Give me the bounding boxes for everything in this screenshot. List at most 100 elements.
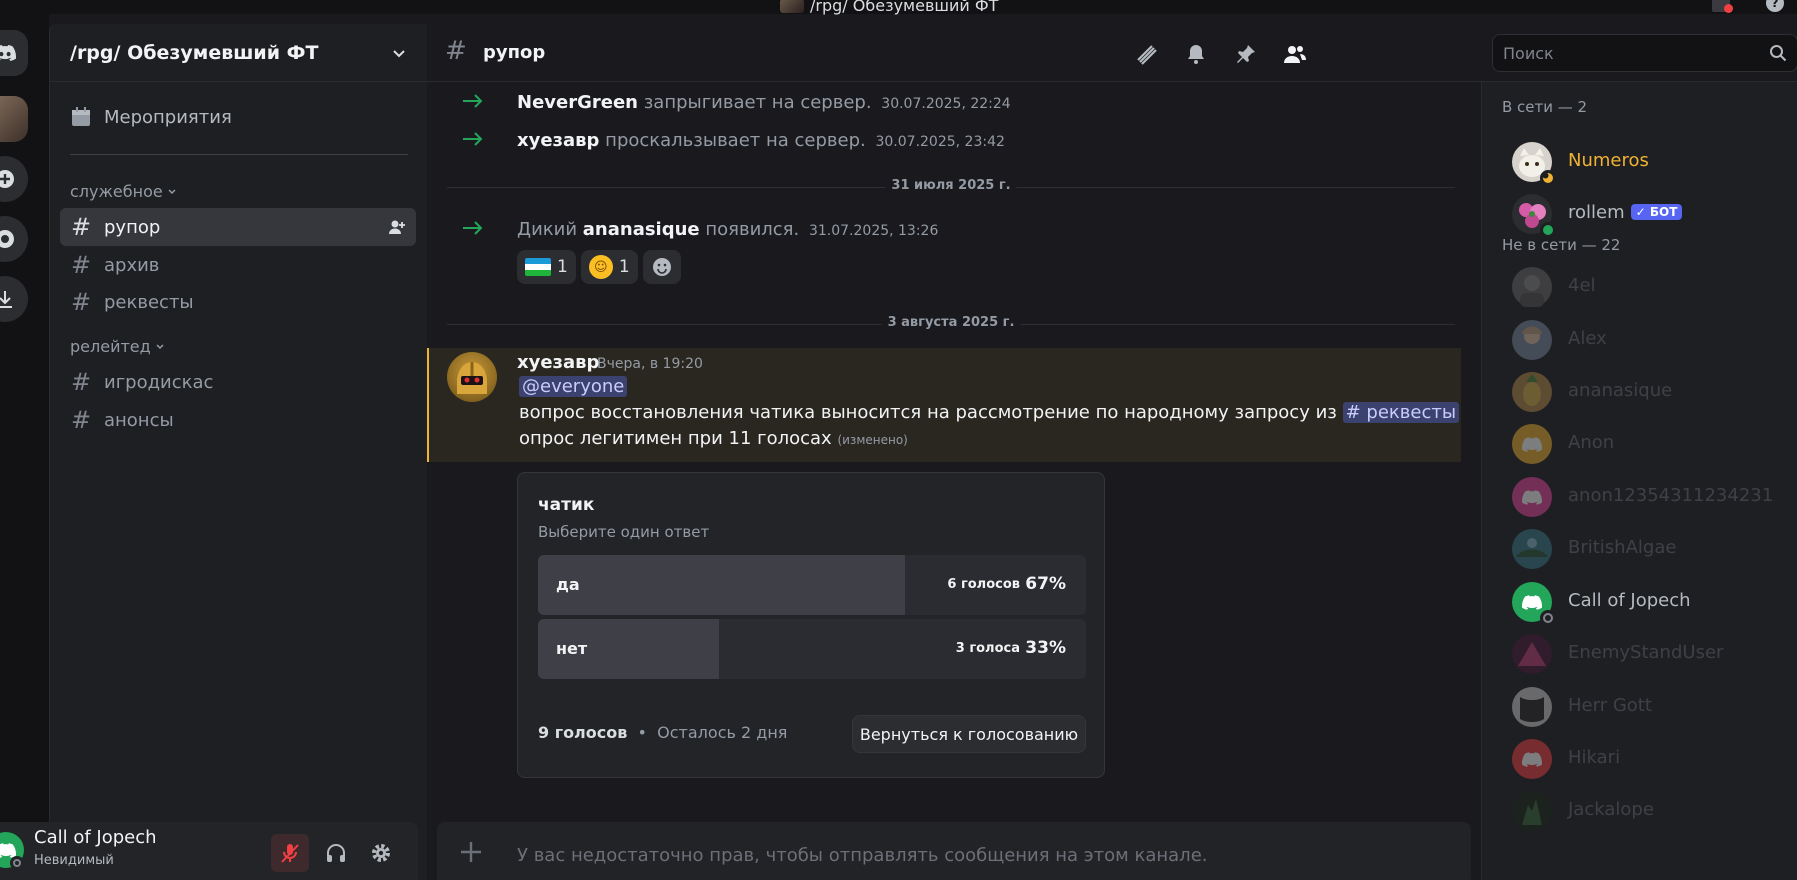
discord-default-avatar-icon [1512, 739, 1552, 779]
user-name[interactable]: Call of Jopech [34, 827, 157, 848]
user-settings-button[interactable] [362, 834, 400, 872]
member-item[interactable]: anon12354311234231 [1512, 475, 1792, 519]
channel-title: рупор [483, 42, 546, 63]
member-group-offline: Не в сети — 22 [1502, 236, 1621, 254]
member-name: Anon [1568, 432, 1615, 453]
calendar-icon [72, 107, 90, 126]
channel-item-archive[interactable]: # архив [60, 246, 416, 284]
window-title: /rpg/ Обезумевший ФТ [780, 0, 998, 15]
message-list: NeverGreen запрыгивает на сервер. 30.07.… [427, 82, 1481, 812]
discover-icon[interactable] [0, 216, 28, 262]
user-status: Невидимый [34, 853, 114, 868]
poll-answer-label: да [556, 575, 580, 594]
reaction-bar: 1 ☺ 1 [517, 250, 681, 284]
poll-answer[interactable]: нет 3 голоса 33% [538, 619, 1086, 679]
poll-answer-percent: 67% [1025, 574, 1066, 594]
bot-badge-label: БОТ [1649, 205, 1678, 219]
category-service[interactable]: служебное [70, 182, 177, 201]
channel-sidebar: /rpg/ Обезумевший ФТ Мероприятия служебн… [49, 24, 427, 880]
everyone-mention[interactable]: @everyone [519, 376, 628, 397]
mute-mic-button[interactable] [271, 834, 309, 872]
deafen-button[interactable] [317, 834, 355, 872]
avatar [1512, 372, 1552, 412]
channel-item-gamediscuss[interactable]: # игродискас [60, 363, 416, 401]
category-label: релейтед [70, 337, 151, 356]
headphones-icon [327, 844, 345, 862]
join-user[interactable]: NeverGreen [517, 92, 638, 113]
channel-label: игродискас [104, 371, 214, 393]
back-to-vote-button[interactable]: Вернуться к голосованию [852, 715, 1086, 753]
member-item[interactable]: rollem ✓ БОТ [1512, 192, 1792, 238]
member-item[interactable]: Herr Gott [1512, 685, 1792, 729]
date-label: 3 августа 2025 г. [881, 315, 1021, 330]
search-icon[interactable] [1769, 44, 1787, 66]
timestamp: Вчера, в 19:20 [597, 356, 703, 372]
poll-hint: Выберите один ответ [538, 523, 710, 541]
join-user[interactable]: ananasique [583, 219, 700, 240]
message-text: вопрос восстановления чатика выносится н… [519, 402, 1337, 423]
plus-icon[interactable] [459, 840, 483, 868]
member-name: Hikari [1568, 747, 1621, 768]
avatar[interactable] [447, 352, 497, 402]
member-item[interactable]: Hikari [1512, 737, 1792, 781]
date-separator: 3 августа 2025 г. [447, 315, 1455, 330]
member-name: ananasique [1568, 380, 1673, 401]
join-message: хуезавр проскальзывает на сервер. 30.07.… [427, 126, 1481, 156]
member-item[interactable]: Anon [1512, 422, 1792, 466]
member-item[interactable]: Jackalope [1512, 789, 1792, 833]
guild-header[interactable]: /rpg/ Обезумевший ФТ [50, 24, 427, 82]
channel-item-announcements[interactable]: # анонсы [60, 401, 416, 439]
message-author[interactable]: хуезавр [517, 352, 599, 373]
notification-bell-icon[interactable] [1184, 42, 1208, 66]
gear-icon [372, 844, 390, 862]
search-box[interactable] [1492, 34, 1797, 72]
chevron-down-icon [168, 188, 176, 194]
avatar [1512, 320, 1552, 360]
member-item[interactable]: ananasique [1512, 370, 1792, 414]
member-item[interactable]: 4el [1512, 265, 1792, 309]
member-list-icon[interactable] [1283, 42, 1307, 66]
category-related[interactable]: релейтед [70, 337, 165, 356]
member-name: Herr Gott [1568, 695, 1652, 716]
reaction-face[interactable]: ☺ 1 [580, 250, 638, 284]
poll-question: чатик [538, 495, 595, 515]
member-item[interactable]: Numeros [1512, 140, 1792, 186]
join-text: NeverGreen запрыгивает на сервер. 30.07.… [517, 92, 1011, 113]
join-message: Дикий ananasique появился. 31.07.2025, 1… [427, 215, 1481, 245]
channel-mention[interactable]: # реквесты [1342, 402, 1460, 423]
text-channel-icon: # [70, 213, 92, 241]
idle-status-icon [1540, 170, 1556, 186]
download-icon[interactable] [0, 276, 28, 322]
channel-item-rupor[interactable]: # рупор [60, 208, 416, 246]
join-user[interactable]: хуезавр [517, 130, 599, 151]
member-item[interactable]: Call of Jopech [1512, 580, 1792, 626]
help-icon[interactable]: ? [1766, 0, 1784, 12]
invite-user-icon[interactable] [388, 218, 406, 241]
server-thumb-icon [780, 0, 804, 13]
events-item[interactable]: Мероприятия [70, 106, 232, 128]
search-input[interactable] [1503, 43, 1753, 63]
timestamp: 30.07.2025, 23:42 [875, 134, 1005, 150]
poll-answer-fill [538, 555, 906, 615]
category-label: служебное [70, 182, 163, 201]
threads-icon[interactable] [1134, 42, 1158, 66]
discord-home-icon[interactable] [0, 30, 28, 76]
poll-answer[interactable]: да 6 голосов 67% [538, 555, 1086, 615]
member-item[interactable]: BritishAlgae [1512, 527, 1792, 571]
member-name: Numeros [1568, 150, 1649, 171]
join-prefix: Дикий [517, 219, 578, 240]
text-channel-icon: # [70, 368, 92, 396]
member-item[interactable]: EnemyStandUser [1512, 632, 1792, 676]
member-item[interactable]: Alex [1512, 318, 1792, 362]
message-composer[interactable]: У вас недостаточно прав, чтобы отправлят… [437, 822, 1471, 880]
avatar [1512, 529, 1552, 569]
composer-placeholder: У вас недостаточно прав, чтобы отправлят… [517, 845, 1208, 866]
pin-icon[interactable] [1234, 42, 1258, 66]
add-reaction-button[interactable] [642, 250, 681, 284]
timestamp: 31.07.2025, 13:26 [808, 223, 939, 239]
avatar [1512, 634, 1552, 674]
add-server-icon[interactable] [0, 156, 28, 202]
channel-item-requests[interactable]: # реквесты [60, 283, 416, 321]
guild-icon[interactable] [0, 96, 28, 142]
reaction-flag[interactable]: 1 [517, 250, 576, 284]
